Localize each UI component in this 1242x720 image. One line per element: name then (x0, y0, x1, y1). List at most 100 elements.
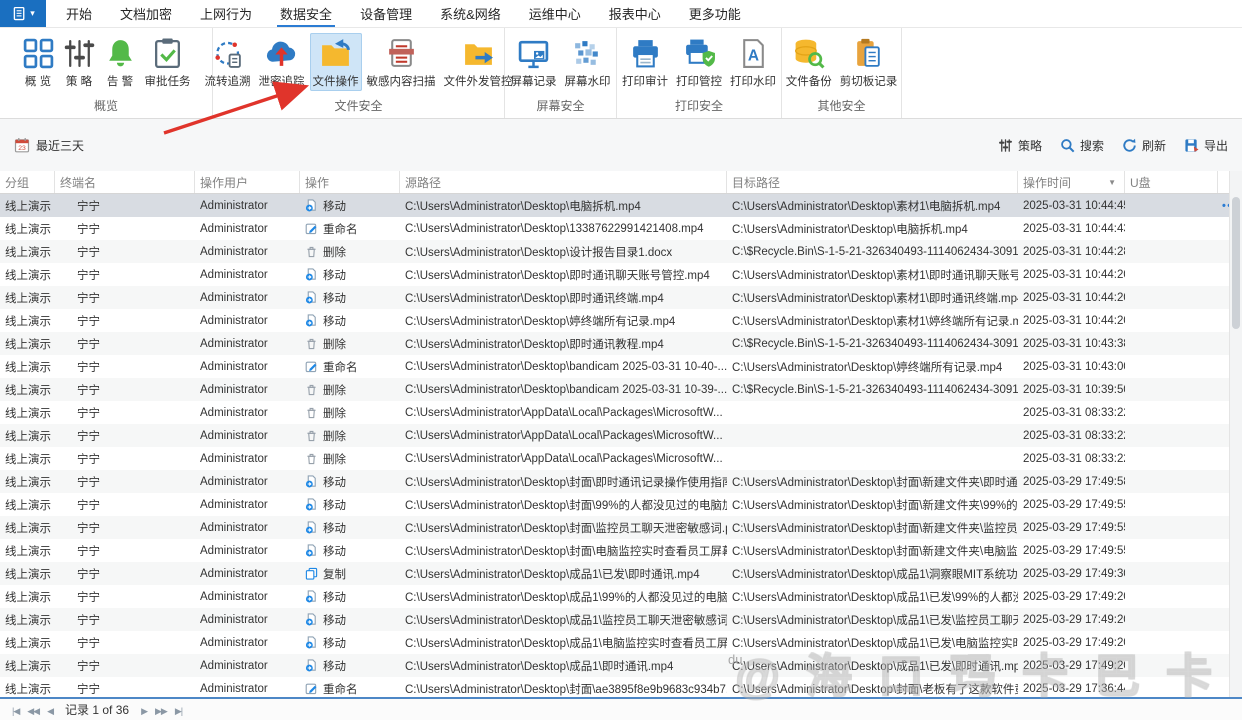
print-watermark-button[interactable]: A打印水印 (727, 33, 779, 91)
cell-time: 2025-03-29 17:49:58 (1018, 470, 1125, 493)
cell-operation: 删除 (300, 424, 400, 447)
column-header-group[interactable]: 分组 (0, 171, 55, 193)
print-control-button[interactable]: 打印管控 (673, 33, 725, 91)
column-header-operation[interactable]: 操作 (300, 171, 400, 193)
column-header-terminal[interactable]: 终端名 (55, 171, 195, 193)
tab-ops-center[interactable]: 运维中心 (515, 0, 595, 27)
alert-button[interactable]: 告 警 (101, 33, 140, 91)
table-row[interactable]: 线上演示宁宁Administrator重命名C:\Users\Administr… (0, 355, 1242, 378)
table-row[interactable]: 线上演示宁宁Administrator移动C:\Users\Administra… (0, 516, 1242, 539)
tab-doc-encryption[interactable]: 文档加密 (106, 0, 186, 27)
cell-usb (1125, 240, 1242, 263)
vertical-scrollbar[interactable] (1229, 171, 1242, 697)
table-row[interactable]: 线上演示宁宁Administrator删除C:\Users\Administra… (0, 401, 1242, 424)
printer-icon (629, 37, 662, 70)
tab-more-features[interactable]: 更多功能 (675, 0, 755, 27)
table-row[interactable]: 线上演示宁宁Administrator复制C:\Users\Administra… (0, 562, 1242, 585)
toolbar-action-label: 策略 (1018, 137, 1042, 154)
folder-out-icon (462, 37, 495, 70)
tab-system-network[interactable]: 系统&网络 (426, 0, 515, 27)
cell-user: Administrator (195, 240, 300, 263)
ribbon-button-label: 打印审计 (622, 73, 668, 89)
cell-usb (1125, 217, 1242, 240)
pager-next-1[interactable]: ▶▶ (151, 706, 171, 716)
leak-trace-button[interactable]: 泄密追踪 (256, 33, 308, 91)
sensitive-content-scan-button[interactable]: 敏感内容扫描 (364, 33, 439, 91)
ribbon-button-label: 告 警 (107, 73, 133, 89)
cell-source: C:\Users\Administrator\Desktop\即时通讯终端.mp… (400, 286, 727, 309)
export-button[interactable]: 导出 (1184, 137, 1228, 154)
policy-button[interactable]: 策 略 (60, 33, 99, 91)
operation-label: 移动 (323, 313, 346, 329)
cell-user: Administrator (195, 654, 300, 677)
table-row[interactable]: 线上演示宁宁Administrator移动C:\Users\Administra… (0, 654, 1242, 677)
table-row[interactable]: 线上演示宁宁Administrator移动C:\Users\Administra… (0, 309, 1242, 332)
search-button[interactable]: 搜索 (1060, 137, 1104, 154)
approval-tasks-button[interactable]: 审批任务 (142, 33, 194, 91)
table-row[interactable]: 线上演示宁宁Administrator删除C:\Users\Administra… (0, 378, 1242, 401)
tab-data-security[interactable]: 数据安全 (266, 0, 346, 27)
operation-label: 移动 (323, 612, 346, 628)
table-row[interactable]: 线上演示宁宁Administrator移动C:\Users\Administra… (0, 194, 1242, 217)
table-row[interactable]: 线上演示宁宁Administrator移动C:\Users\Administra… (0, 286, 1242, 309)
cell-time: 2025-03-29 17:36:44 (1018, 677, 1125, 697)
print-audit-button[interactable]: 打印审计 (619, 33, 671, 91)
table-row[interactable]: 线上演示宁宁Administrator移动C:\Users\Administra… (0, 631, 1242, 654)
column-header-user[interactable]: 操作用户 (195, 171, 300, 193)
overview-button[interactable]: 概 览 (19, 33, 58, 91)
column-header-usb[interactable]: U盘 (1125, 171, 1218, 193)
date-range-filter[interactable]: 23 最近三天 (14, 137, 84, 154)
cell-group: 线上演示 (0, 585, 55, 608)
flow-trace-button[interactable]: 流转追溯 (202, 33, 254, 91)
table-header: 分组终端名操作用户操作源路径目标路径操作时间▼U盘 (0, 171, 1242, 194)
cell-user: Administrator (195, 539, 300, 562)
table-row[interactable]: 线上演示宁宁Administrator移动C:\Users\Administra… (0, 470, 1242, 493)
cell-target: C:\Users\Administrator\Desktop\封面\老板有了这款… (727, 677, 1018, 697)
table-row[interactable]: 线上演示宁宁Administrator移动C:\Users\Administra… (0, 493, 1242, 516)
table-row[interactable]: 线上演示宁宁Administrator移动C:\Users\Administra… (0, 263, 1242, 286)
pager-next-0[interactable]: ▶ (137, 706, 151, 716)
cell-user: Administrator (195, 424, 300, 447)
operation-label: 重命名 (323, 221, 358, 237)
clipboard-record-button[interactable]: 剪切板记录 (837, 33, 901, 91)
grid-icon (22, 37, 55, 70)
screen-record-button[interactable]: 屏幕记录 (508, 33, 560, 91)
table-row[interactable]: 线上演示宁宁Administrator删除C:\Users\Administra… (0, 447, 1242, 470)
file-backup-button[interactable]: 文件备份 (783, 33, 835, 91)
column-header-time[interactable]: 操作时间▼ (1018, 171, 1125, 193)
file-operations-button[interactable]: 文件操作 (310, 33, 362, 91)
cell-time: 2025-03-31 10:39:50 (1018, 378, 1125, 401)
column-header-target[interactable]: 目标路径 (727, 171, 1018, 193)
screen-watermark-button[interactable]: 屏幕水印 (562, 33, 614, 91)
table-row[interactable]: 线上演示宁宁Administrator移动C:\Users\Administra… (0, 539, 1242, 562)
pager-prev-1[interactable]: ◀◀ (23, 706, 43, 716)
refresh-button[interactable]: 刷新 (1122, 137, 1166, 154)
cell-terminal: 宁宁 (55, 562, 195, 585)
cell-group: 线上演示 (0, 378, 55, 401)
tab-report-center[interactable]: 报表中心 (595, 0, 675, 27)
table-row[interactable]: 线上演示宁宁Administrator移动C:\Users\Administra… (0, 608, 1242, 631)
tab-web-behavior[interactable]: 上网行为 (186, 0, 266, 27)
cell-group: 线上演示 (0, 447, 55, 470)
tab-device-management[interactable]: 设备管理 (346, 0, 426, 27)
column-header-source[interactable]: 源路径 (400, 171, 727, 193)
table-row[interactable]: 线上演示宁宁Administrator删除C:\Users\Administra… (0, 332, 1242, 355)
table-row[interactable]: 线上演示宁宁Administrator重命名C:\Users\Administr… (0, 677, 1242, 697)
cell-time: 2025-03-29 17:49:20 (1018, 585, 1125, 608)
policy-button[interactable]: 策略 (998, 137, 1042, 154)
table-row[interactable]: 线上演示宁宁Administrator移动C:\Users\Administra… (0, 585, 1242, 608)
table-row[interactable]: 线上演示宁宁Administrator重命名C:\Users\Administr… (0, 217, 1242, 240)
pager-prev-2[interactable]: ◀ (43, 706, 57, 716)
table-row[interactable]: 线上演示宁宁Administrator删除C:\Users\Administra… (0, 424, 1242, 447)
chevron-down-icon: ▾ (30, 9, 35, 18)
cell-time: 2025-03-31 10:44:45 (1018, 194, 1125, 217)
operation-label: 重命名 (323, 681, 358, 697)
operation-label: 移动 (323, 589, 346, 605)
time-filter-icon[interactable]: ▼ (1108, 178, 1116, 187)
scrollbar-thumb[interactable] (1232, 197, 1240, 329)
app-menu-button[interactable]: ▾ (0, 0, 46, 27)
table-row[interactable]: 线上演示宁宁Administrator删除C:\Users\Administra… (0, 240, 1242, 263)
pager-next-2[interactable]: ▶| (171, 706, 186, 716)
pager-prev-0[interactable]: |◀ (8, 706, 23, 716)
tab-start[interactable]: 开始 (52, 0, 106, 27)
